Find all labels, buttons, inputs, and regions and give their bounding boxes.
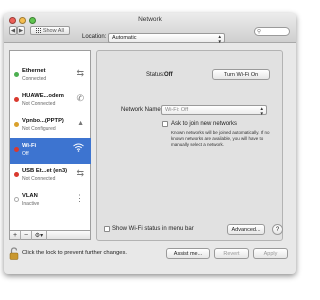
service-name: VLAN [22,193,38,199]
chevron-updown-icon: ▲ ▼ [259,106,264,116]
service-status: Connected [22,76,47,82]
service-name: USB Et...et (en3) [22,168,68,174]
apply-button[interactable]: Apply [253,248,288,259]
network-name-label: Network Name: [121,107,163,113]
service-status: Not Connected [22,176,56,182]
search-input[interactable]: ⚲ [254,27,290,36]
window-title: Network [138,16,162,23]
service-name: HUAWE...odem [22,93,64,99]
service-status: Off [22,151,29,157]
service-item-huawei-modem[interactable]: HUAWE...odem Not Connected ✆ [10,88,91,114]
status-dot-icon [14,122,19,127]
network-name-value: Wi-Fi: Off [165,107,189,113]
service-item-ethernet[interactable]: Ethernet Connected ⇆ [10,63,91,89]
service-name: Wi-Fi [22,143,37,149]
plus-icon: + [12,232,18,239]
search-icon: ⚲ [257,29,262,35]
chevron-left-icon: ◀ [10,27,16,34]
wifi-icon [73,143,84,154]
status-dot-icon [14,72,19,77]
service-status: Inactive [22,201,40,207]
location-label: Location: [82,34,107,40]
service-name: Ethernet [22,68,46,74]
service-status: Not Configured [22,126,56,132]
service-list-controls: + − ⚙▾ [9,230,91,240]
back-button[interactable]: ◀ [9,26,17,35]
show-all-label: Show All [42,27,64,34]
status-dot-icon [14,172,19,177]
service-item-usb-ethernet[interactable]: USB Et...et (en3) Not Connected ⇆ [10,163,91,189]
status-dot-icon [14,197,19,202]
service-name: Vpnbo...(PPTP) [22,118,64,124]
show-all-button[interactable]: Show All [30,26,70,35]
forward-button[interactable]: ▶ [17,26,25,35]
assist-me-button[interactable]: Assist me... [166,248,210,259]
service-item-vpn[interactable]: Vpnbo...(PPTP) Not Configured ▲ [10,113,91,139]
lock-icon[interactable] [9,247,19,262]
ask-to-join-checkbox[interactable] [162,121,168,127]
status-label: Status: [146,72,165,78]
status-value: Off [164,72,173,78]
add-service-button[interactable]: + [10,231,21,240]
ethernet-arrows-icon: ⇆ [76,168,84,178]
grid-icon [36,28,41,33]
status-dot-icon [14,97,19,102]
ask-to-join-label: Ask to join new networks [171,121,238,127]
gear-icon: ⚙▾ [34,233,44,239]
advanced-button[interactable]: Advanced... [227,224,265,235]
vlan-icon: ⋮ [75,193,84,203]
service-list: Ethernet Connected ⇆ HUAWE...odem Not Co… [9,50,91,231]
ask-to-join-help-text: Known networks will be joined automatica… [171,130,270,147]
chevron-right-icon: ▶ [18,27,24,34]
modem-phone-icon: ✆ [76,93,84,103]
service-status: Not Connected [22,101,56,107]
turn-wifi-on-button[interactable]: Turn Wi-Fi On [212,69,270,80]
service-item-vlan[interactable]: VLAN Inactive ⋮ [10,188,91,214]
minus-icon: − [23,232,29,239]
service-actions-button[interactable]: ⚙▾ [32,231,47,240]
status-dot-icon [14,147,19,152]
network-name-select[interactable]: Wi-Fi: Off ▲ ▼ [161,105,267,116]
ethernet-arrows-icon: ⇆ [76,68,84,78]
vpn-lock-icon: ▲ [77,120,84,127]
show-in-menubar-checkbox[interactable] [104,226,110,232]
show-in-menubar-label: Show Wi-Fi status in menu bar [112,226,194,232]
revert-button[interactable]: Revert [214,248,249,259]
lock-message: Click the lock to prevent further change… [22,250,128,256]
help-button[interactable]: ? [272,224,283,235]
remove-service-button[interactable]: − [21,231,32,240]
chevron-updown-icon: ▲ ▼ [217,34,222,44]
location-value: Automatic [112,35,137,41]
service-item-wifi[interactable]: Wi-Fi Off [10,138,91,164]
location-select[interactable]: Automatic ▲ ▼ [108,33,225,44]
